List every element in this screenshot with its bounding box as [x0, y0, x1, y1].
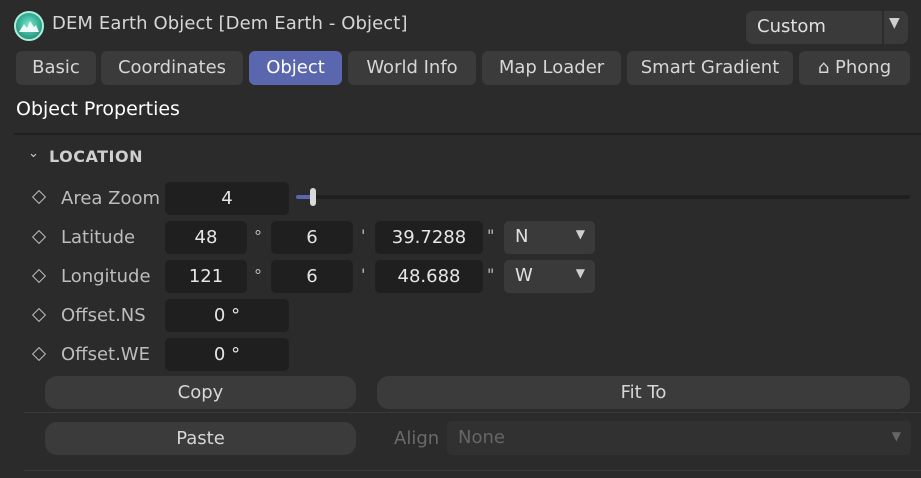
- latitude-label: Latitude: [61, 227, 136, 248]
- area-zoom-input[interactable]: 4: [165, 182, 289, 215]
- longitude-degrees-input[interactable]: 121: [165, 260, 247, 293]
- button-row-divider: [24, 412, 921, 413]
- diamond-icon[interactable]: [31, 307, 47, 323]
- longitude-hemisphere-value: W: [515, 265, 533, 286]
- group-title-location[interactable]: LOCATION: [49, 147, 143, 166]
- preset-dropdown[interactable]: Custom ▼: [746, 11, 908, 44]
- latitude-minutes-input[interactable]: 6: [271, 221, 353, 254]
- tab-basic[interactable]: Basic: [16, 51, 96, 85]
- diamond-icon[interactable]: [31, 268, 47, 284]
- offset-we-label: Offset.WE: [61, 344, 150, 365]
- diamond-icon[interactable]: [31, 346, 47, 362]
- tab-coordinates[interactable]: Coordinates: [101, 51, 243, 85]
- latitude-hemisphere-select[interactable]: N ▼: [504, 221, 595, 254]
- paste-button[interactable]: Paste: [45, 422, 356, 455]
- tab-smart-gradient[interactable]: Smart Gradient: [627, 51, 793, 85]
- tab-map-loader[interactable]: Map Loader: [482, 51, 621, 85]
- tab-world-info[interactable]: World Info: [348, 51, 476, 85]
- offset-ns-label: Offset.NS: [61, 305, 146, 326]
- tab-phong[interactable]: ⌂ Phong: [799, 51, 910, 85]
- preset-value: Custom: [757, 16, 826, 37]
- chevron-down-icon[interactable]: ⌄: [28, 146, 39, 161]
- section-divider: [14, 133, 921, 135]
- latitude-hemisphere-value: N: [515, 226, 529, 247]
- latitude-seconds-input[interactable]: 39.7288: [375, 221, 483, 254]
- area-zoom-slider-track[interactable]: [296, 195, 910, 199]
- bottom-divider: [24, 470, 921, 471]
- area-zoom-label: Area Zoom: [61, 188, 161, 209]
- degree-unit: °: [254, 227, 262, 246]
- window-title: DEM Earth Object [Dem Earth - Object]: [52, 13, 408, 34]
- offset-we-input[interactable]: 0 °: [165, 338, 289, 371]
- diamond-icon[interactable]: [31, 229, 47, 245]
- longitude-minutes-input[interactable]: 6: [271, 260, 353, 293]
- chevron-down-icon: ▼: [891, 429, 901, 443]
- chevron-down-icon: ▼: [575, 266, 585, 280]
- copy-button[interactable]: Copy: [45, 376, 356, 409]
- minute-unit: ': [361, 265, 366, 284]
- latitude-degrees-input[interactable]: 48: [165, 221, 247, 254]
- longitude-label: Longitude: [61, 266, 151, 287]
- dem-earth-icon: [14, 11, 44, 41]
- align-value: None: [458, 427, 505, 448]
- align-label: Align: [394, 428, 440, 449]
- offset-ns-input[interactable]: 0 °: [165, 299, 289, 332]
- chevron-down-icon[interactable]: ▼: [889, 15, 900, 31]
- align-select[interactable]: None ▼: [447, 421, 911, 455]
- minute-unit: ': [361, 226, 366, 245]
- tab-object[interactable]: Object: [249, 51, 342, 85]
- second-unit: ": [487, 265, 495, 284]
- degree-unit: °: [254, 266, 262, 285]
- second-unit: ": [487, 226, 495, 245]
- longitude-seconds-input[interactable]: 48.688: [375, 260, 483, 293]
- section-title: Object Properties: [16, 98, 180, 120]
- longitude-hemisphere-select[interactable]: W ▼: [504, 260, 595, 293]
- area-zoom-slider-handle[interactable]: [310, 188, 316, 206]
- dropdown-separator: [882, 11, 884, 44]
- chevron-down-icon: ▼: [575, 227, 585, 241]
- fit-to-button[interactable]: Fit To: [377, 376, 910, 409]
- diamond-icon[interactable]: [31, 189, 47, 205]
